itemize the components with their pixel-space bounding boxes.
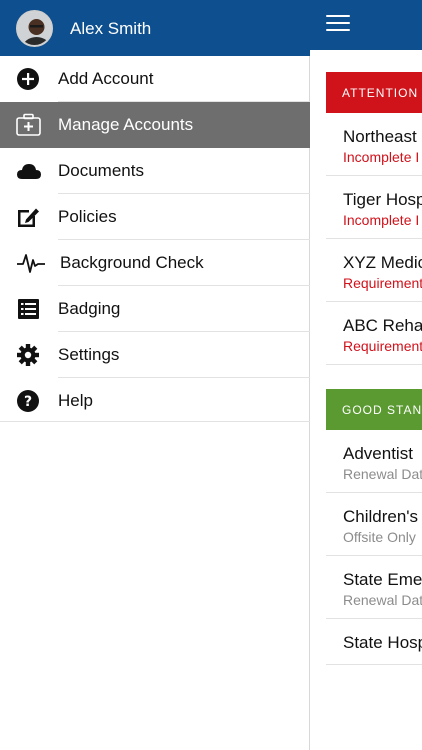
attention-row-1[interactable]: Northeast Incomplete I [326,113,422,176]
menu-item-add-account[interactable]: Add Account [0,56,310,102]
row-title: State Hosp [343,633,422,652]
list-icon [16,297,42,321]
menu-item-label: Badging [58,299,121,318]
drawer-header: Alex Smith [0,0,310,56]
menu-item-label: Settings [58,345,120,364]
main-content: ATTENTION Northeast Incomplete I Tiger H… [310,0,422,750]
attention-row-3[interactable]: XYZ Medic Requirement [326,239,422,302]
good-row-4[interactable]: State Hosp [326,619,422,665]
attention-row-4[interactable]: ABC Reha Requirement [326,302,422,365]
svg-text:?: ? [24,394,32,410]
user-name[interactable]: Alex Smith [70,19,151,39]
avatar[interactable] [16,10,53,47]
good-row-2[interactable]: Children's Offsite Only [326,493,422,556]
menu-item-badging[interactable]: Badging [0,286,310,332]
menu-item-policies[interactable]: Policies [0,194,310,240]
hamburger-menu-icon[interactable] [326,15,350,35]
row-status: Requirement [343,275,422,291]
good-row-3[interactable]: State Eme Renewal Dat [326,556,422,619]
pulse-icon [16,251,46,275]
row-title: Adventist [343,444,413,463]
row-status: Offsite Only [343,529,416,545]
attention-section-header: ATTENTION [326,72,422,113]
row-status: Renewal Dat [343,466,422,482]
menu-item-label: Policies [58,207,117,226]
row-title: Tiger Hosp [343,190,422,209]
menu-item-background-check[interactable]: Background Check [0,240,310,286]
menu-item-label: Help [58,391,93,410]
menu-item-help[interactable]: ? Help [0,378,310,424]
menu-item-label: Documents [58,161,144,180]
edit-icon [16,205,42,229]
row-title: State Eme [343,570,422,589]
navigation-drawer: Alex Smith Add Account Manage Accounts D… [0,0,310,750]
row-status: Renewal Dat [343,592,422,608]
menu-item-label: Manage Accounts [58,115,194,134]
menu-item-settings[interactable]: Settings [0,332,310,378]
menu-item-documents[interactable]: Documents [0,148,310,194]
attention-row-2[interactable]: Tiger Hosp Incomplete I [326,176,422,239]
row-status: Incomplete I [343,212,420,228]
medical-briefcase-icon [16,113,42,137]
row-title: Northeast [343,127,417,146]
row-status: Requirement [343,338,422,354]
question-icon: ? [16,389,42,413]
row-title: ABC Reha [343,316,422,335]
menu-item-manage-accounts[interactable]: Manage Accounts [0,102,310,148]
row-title: XYZ Medic [343,253,422,272]
good-standing-section-header: GOOD STAN [326,389,422,430]
row-title: Children's [343,507,419,526]
menu-item-label: Add Account [58,69,154,88]
menu-item-label: Background Check [60,253,204,272]
main-header [310,0,422,50]
gear-icon [16,343,42,367]
divider [0,421,310,422]
good-row-1[interactable]: Adventist Renewal Dat [326,430,422,493]
cloud-icon [16,159,42,183]
plus-circle-icon [16,67,42,91]
row-status: Incomplete I [343,149,420,165]
